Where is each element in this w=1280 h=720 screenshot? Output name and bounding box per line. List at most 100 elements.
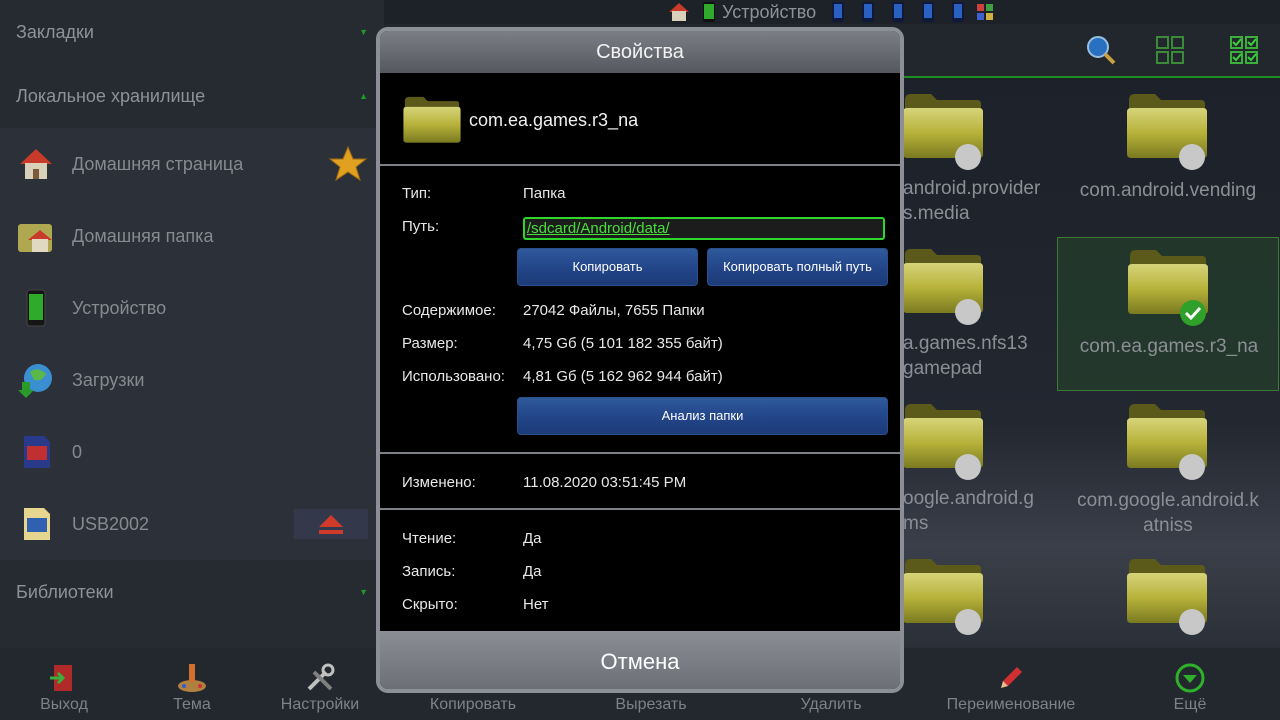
sidebar-header-local-storage[interactable]: Локальное хранилище ▲ <box>0 64 384 128</box>
folder-label: a.games.nfs13 gamepad <box>903 333 1028 379</box>
phone-icon[interactable] <box>702 1 716 23</box>
divider <box>380 508 900 510</box>
more-button[interactable]: Ещё <box>1150 648 1230 720</box>
sidebar-item-home-folder[interactable]: Домашняя папка <box>0 200 384 272</box>
exit-button[interactable]: Выход <box>14 648 114 720</box>
path-field[interactable]: /sdcard/Android/data/ <box>523 217 885 240</box>
used-value: 4,81 Gб (5 162 962 944 байт) <box>523 368 723 385</box>
select-all-icon[interactable] <box>1228 34 1260 66</box>
button-label: Тема <box>173 696 211 713</box>
folder-label: com.ea.games.r3_na <box>1079 336 1259 357</box>
sidebar-item-label: 0 <box>72 441 83 462</box>
home-icon <box>20 149 52 179</box>
home-folder-icon <box>18 224 52 252</box>
folder-label: android.provider s.media <box>903 178 1041 224</box>
folder-tile[interactable]: com.google.android.k atniss <box>1057 392 1279 546</box>
chevron-down-circle-icon <box>1175 663 1205 693</box>
download-globe-icon <box>18 364 52 398</box>
button-label: Удалить <box>800 696 862 713</box>
button-label: Копировать <box>429 696 517 713</box>
select-multiple-icon[interactable] <box>1154 34 1186 66</box>
modified-label: Изменено: <box>402 474 476 491</box>
read-value: Да <box>523 530 542 547</box>
chevron-down-icon: ▼ <box>359 27 368 37</box>
copy-button[interactable]: Копировать <box>517 248 698 286</box>
write-label: Запись: <box>402 563 456 580</box>
folder-label: com.android.vending <box>1079 180 1257 201</box>
eject-icon <box>319 515 343 534</box>
sidebar-header-label: Локальное хранилище <box>16 85 206 106</box>
button-label: Выход <box>40 696 88 713</box>
rename-button[interactable]: Переименование <box>930 648 1092 720</box>
sidebar-item-label: Загрузки <box>72 369 145 390</box>
status-bar: Устройство <box>384 0 1280 24</box>
unselected-circle-icon <box>955 454 981 480</box>
sidebar-item-downloads[interactable]: Загрузки <box>0 344 384 416</box>
star-icon[interactable] <box>328 144 368 184</box>
button-label: Переименование <box>946 696 1076 713</box>
path-label: Путь: <box>402 218 440 235</box>
breadcrumb: Устройство <box>722 2 817 22</box>
contents-label: Содержимое: <box>402 302 496 319</box>
divider <box>380 452 900 454</box>
unselected-circle-icon <box>955 299 981 325</box>
phone-icon <box>26 289 46 327</box>
sidebar-item-device[interactable]: Устройство <box>0 272 384 344</box>
unselected-circle-icon <box>1179 454 1205 480</box>
analyze-folder-button[interactable]: Анализ папки <box>517 397 888 435</box>
size-label: Размер: <box>402 335 458 352</box>
sidebar-item-usb2002[interactable]: USB2002 <box>0 488 384 560</box>
chevron-up-icon: ▲ <box>359 91 368 101</box>
home-icon[interactable] <box>668 2 690 22</box>
sidebar-item-sd-0[interactable]: 0 <box>0 416 384 488</box>
properties-dialog: Свойства com.ea.games.r3_na Тип: Папка П… <box>376 27 904 693</box>
eject-button[interactable] <box>294 509 368 539</box>
pencil-icon <box>1001 667 1022 688</box>
copy-full-path-button[interactable]: Копировать полный путь <box>707 248 888 286</box>
sidebar: Закладки ▼ Локальное хранилище ▲ Домашня… <box>0 0 384 648</box>
contents-value: 27042 Файлы, 7655 Папки <box>523 302 705 319</box>
sidebar-item-label: Домашняя страница <box>72 153 244 174</box>
sidebar-item-label: Устройство <box>72 297 167 318</box>
button-label: Настройки <box>280 696 360 713</box>
dialog-title: Свойства <box>380 31 900 73</box>
theme-button[interactable]: Тема <box>142 648 242 720</box>
search-icon[interactable] <box>1084 34 1116 66</box>
apps-grid-icon[interactable] <box>976 3 994 21</box>
tools-icon <box>307 663 335 691</box>
exit-icon <box>50 665 72 691</box>
hidden-value: Нет <box>523 596 549 613</box>
divider <box>380 164 900 166</box>
type-value: Папка <box>523 185 566 202</box>
cancel-button[interactable]: Отмена <box>380 631 900 689</box>
unselected-circle-icon <box>1179 144 1205 170</box>
unselected-circle-icon <box>955 144 981 170</box>
used-label: Использовано: <box>402 368 505 385</box>
hidden-label: Скрыто: <box>402 596 458 613</box>
read-label: Чтение: <box>402 530 457 547</box>
sidebar-header-bookmarks[interactable]: Закладки ▼ <box>0 0 384 64</box>
folder-label: oogle.android.g ms <box>903 488 1034 534</box>
folder-label: com.google.android.k atniss <box>1077 490 1259 536</box>
folder-tile-selected[interactable]: com.ea.games.r3_na <box>1057 237 1279 391</box>
size-value: 4,75 Gб (5 101 182 355 байт) <box>523 335 723 352</box>
sidebar-item-label: USB2002 <box>72 513 150 534</box>
sidebar-header-libraries[interactable]: Библиотеки ▼ <box>0 560 384 624</box>
chevron-down-icon: ▼ <box>359 587 368 597</box>
paint-palette-icon <box>178 664 206 692</box>
folder-tile[interactable]: com.android.vending <box>1057 82 1279 236</box>
sidebar-header-label: Закладки <box>16 21 94 42</box>
button-label: Ещё <box>1173 696 1207 713</box>
type-label: Тип: <box>402 185 432 202</box>
sidebar-item-label: Домашняя папка <box>72 225 214 246</box>
unselected-circle-icon <box>1179 609 1205 635</box>
button-label: Вырезать <box>615 696 687 713</box>
checkmark-icon <box>1180 300 1206 326</box>
folder-icon <box>402 91 462 147</box>
settings-button[interactable]: Настройки <box>270 648 370 720</box>
sd-card-icon <box>24 508 50 540</box>
window-tabs-icon[interactable] <box>830 1 970 23</box>
modified-value: 11.08.2020 03:51:45 PM <box>523 474 687 491</box>
sidebar-item-home-page[interactable]: Домашняя страница <box>0 128 384 200</box>
sidebar-header-label: Библиотеки <box>16 581 114 602</box>
